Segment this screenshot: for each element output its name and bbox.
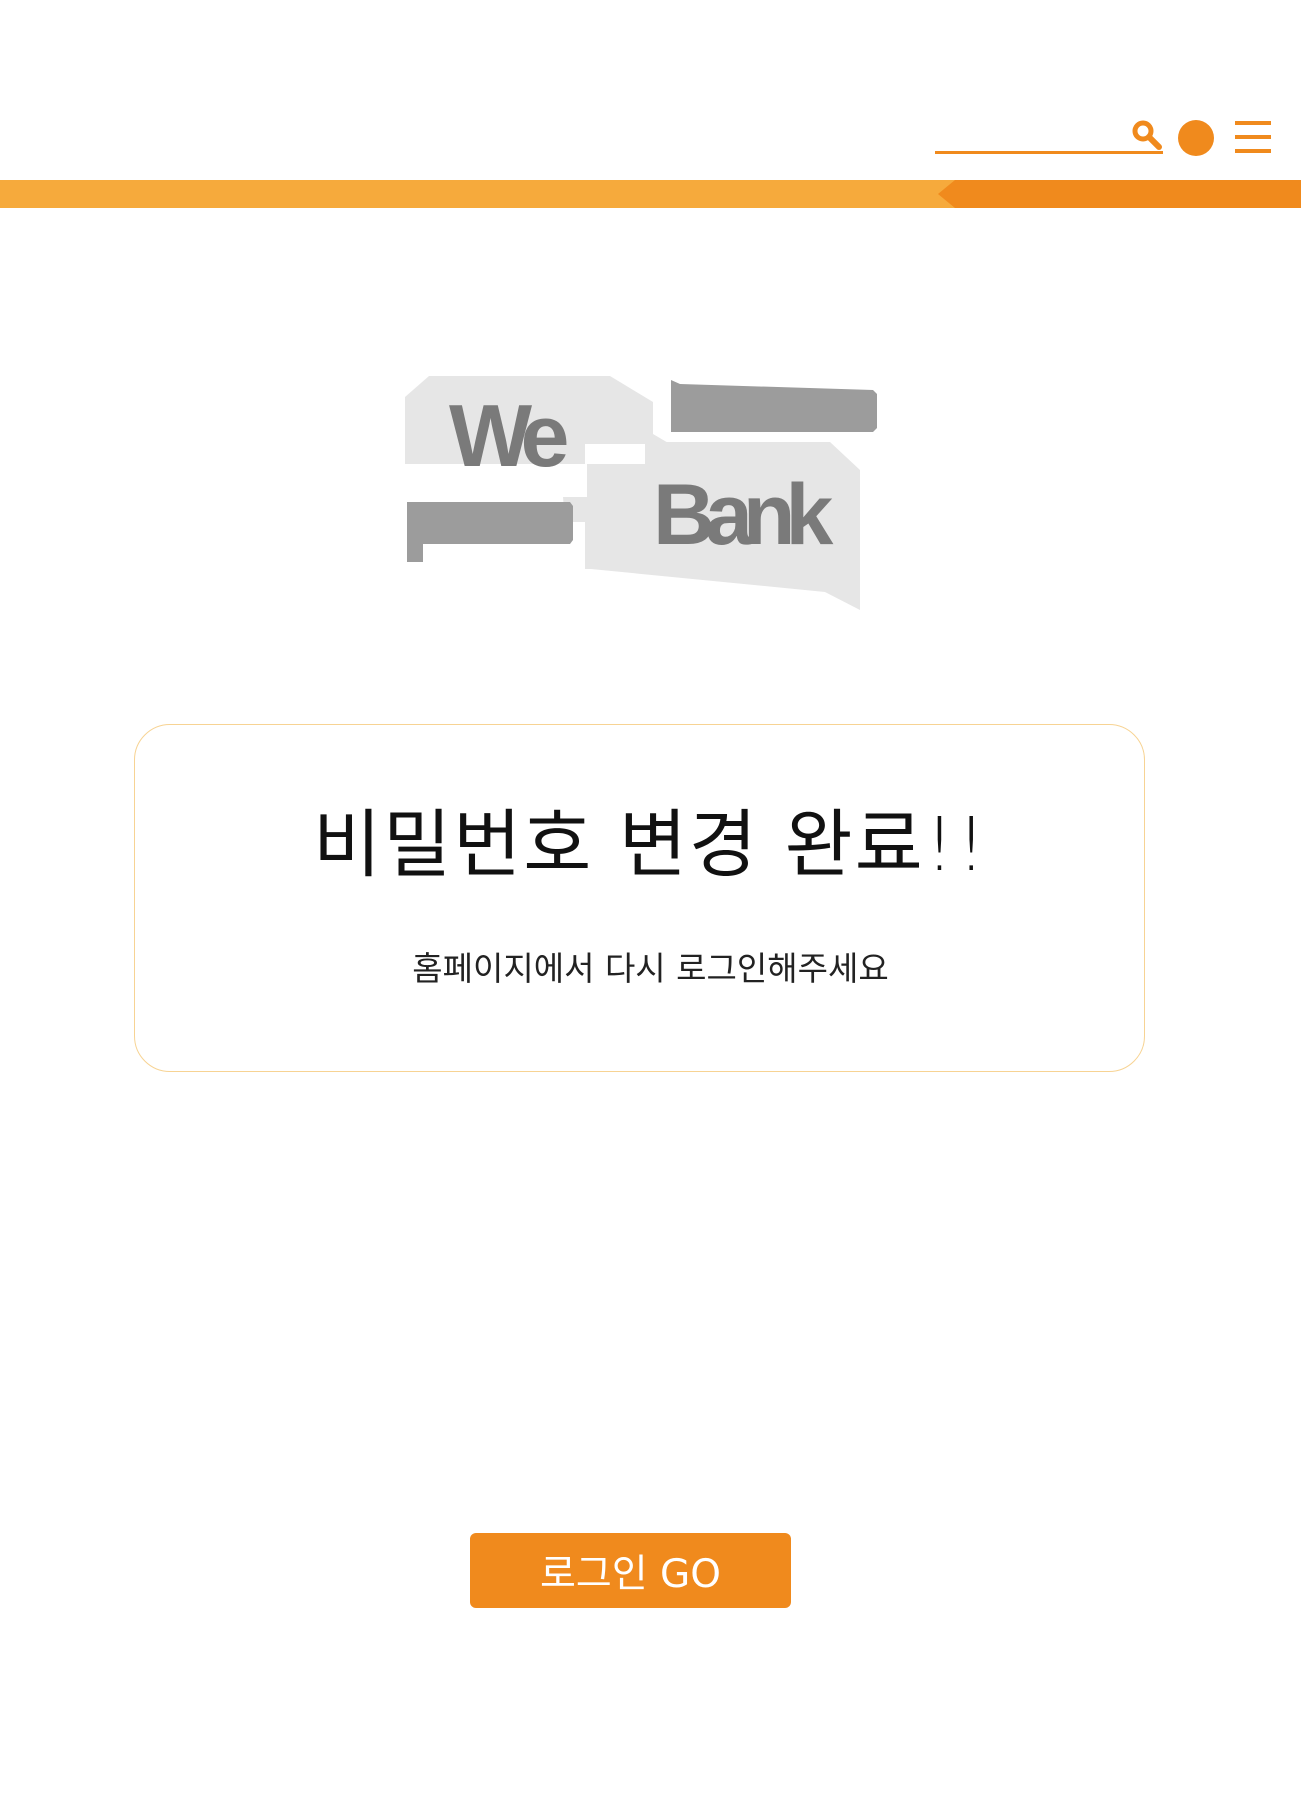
login-go-button[interactable]: 로그인 GO <box>470 1533 791 1608</box>
header-accent-bar <box>0 180 1301 208</box>
message-card <box>134 724 1145 1072</box>
logo-bar-top <box>671 380 877 432</box>
page-title: 비밀번호 변경 완료!! <box>312 802 988 888</box>
logo-word-bank: Bank <box>653 467 833 563</box>
menu-line <box>1235 149 1271 153</box>
logo-word-we: We <box>449 386 566 485</box>
profile-circle-button[interactable] <box>1178 120 1214 156</box>
logo-bar-bottom <box>407 502 573 562</box>
search-icon <box>1132 120 1162 150</box>
search-underline[interactable] <box>935 151 1163 154</box>
menu-line <box>1235 135 1271 139</box>
hamburger-menu-button[interactable] <box>1233 119 1273 155</box>
card-subtitle: 홈페이지에서 다시 로그인해주세요 <box>412 949 889 988</box>
webank-logo: We Bank <box>405 376 877 610</box>
search-button[interactable] <box>1130 118 1164 152</box>
menu-line <box>1235 121 1271 125</box>
